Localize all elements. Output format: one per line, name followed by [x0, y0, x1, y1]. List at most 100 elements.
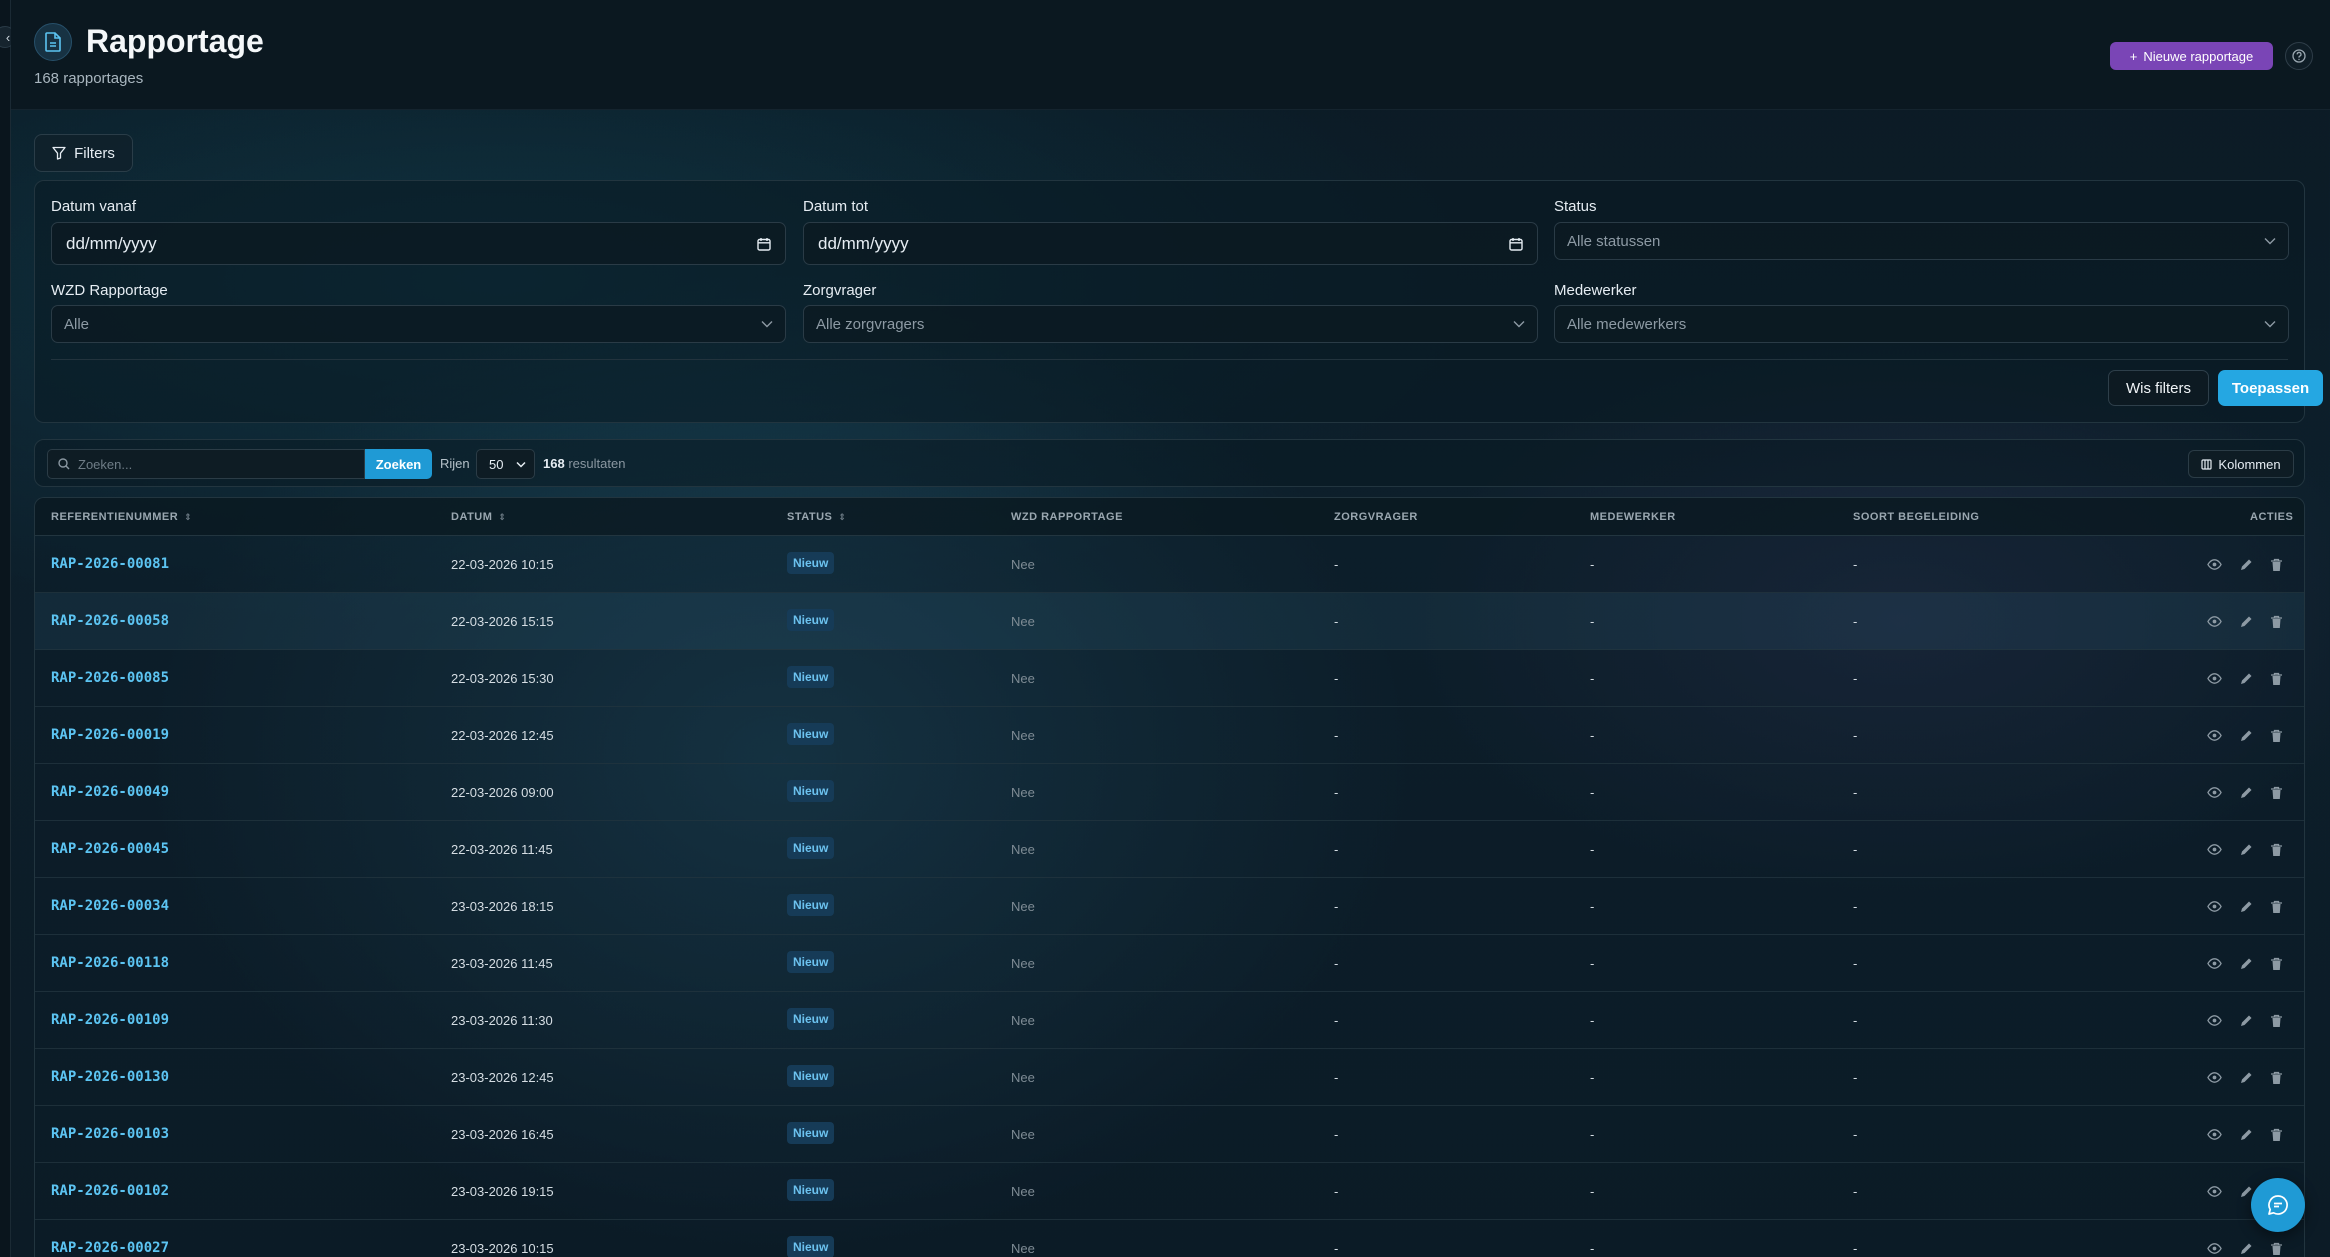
trash-icon[interactable]: [2269, 956, 2284, 971]
reference-link[interactable]: RAP-2026-00049: [51, 784, 169, 800]
edit-icon[interactable]: [2238, 842, 2253, 857]
reference-link[interactable]: RAP-2026-00118: [51, 955, 169, 971]
search-button[interactable]: Zoeken: [365, 449, 432, 479]
row-actions: [2207, 956, 2284, 971]
chevron-left-icon: ‹: [5, 29, 11, 45]
edit-icon[interactable]: [2238, 1127, 2253, 1142]
trash-icon[interactable]: [2269, 785, 2284, 800]
trash-icon[interactable]: [2269, 614, 2284, 629]
help-button[interactable]: [2285, 42, 2313, 70]
header-status[interactable]: STATUS ⇕: [787, 511, 846, 523]
table-row[interactable]: RAP-2026-00081 22-03-2026 10:15 Nieuw Nee - -…: [35, 536, 2304, 593]
trash-icon[interactable]: [2269, 671, 2284, 686]
client-value: -: [1334, 1070, 1339, 1085]
edit-icon[interactable]: [2238, 728, 2253, 743]
date-to-input[interactable]: dd/mm/yyyy: [803, 222, 1538, 265]
table-row[interactable]: RAP-2026-00085 22-03-2026 15:30 Nieuw Nee - -…: [35, 650, 2304, 707]
eye-icon[interactable]: [2207, 1241, 2222, 1256]
table-row[interactable]: RAP-2026-00045 22-03-2026 11:45 Nieuw Nee - -…: [35, 821, 2304, 878]
date-from-input[interactable]: dd/mm/yyyy: [51, 222, 786, 265]
reference-link[interactable]: RAP-2026-00081: [51, 556, 169, 572]
eye-icon[interactable]: [2207, 956, 2222, 971]
eye-icon[interactable]: [2207, 614, 2222, 629]
date-from-label: Datum vanaf: [51, 198, 137, 215]
trash-icon[interactable]: [2269, 1070, 2284, 1085]
edit-icon[interactable]: [2238, 1013, 2253, 1028]
guidance-type-value: -: [1853, 1013, 1858, 1028]
trash-icon[interactable]: [2269, 1241, 2284, 1256]
eye-icon[interactable]: [2207, 557, 2222, 572]
calendar-icon[interactable]: [1509, 237, 1523, 251]
clear-filters-button[interactable]: Wis filters: [2108, 370, 2209, 406]
eye-icon[interactable]: [2207, 728, 2222, 743]
edit-icon[interactable]: [2238, 557, 2253, 572]
employee-value: -: [1590, 899, 1595, 914]
eye-icon[interactable]: [2207, 1013, 2222, 1028]
reference-link[interactable]: RAP-2026-00027: [51, 1240, 169, 1256]
trash-icon[interactable]: [2269, 1013, 2284, 1028]
edit-icon[interactable]: [2238, 785, 2253, 800]
chat-button[interactable]: [2251, 1178, 2305, 1232]
edit-icon[interactable]: [2238, 1070, 2253, 1085]
trash-icon[interactable]: [2269, 899, 2284, 914]
reference-link[interactable]: RAP-2026-00130: [51, 1069, 169, 1085]
filter-icon: [52, 146, 66, 160]
page-subtitle: 168 rapportages: [34, 70, 144, 87]
eye-icon[interactable]: [2207, 899, 2222, 914]
report-date: 23-03-2026 11:30: [451, 1013, 553, 1028]
trash-icon[interactable]: [2269, 728, 2284, 743]
reference-link[interactable]: RAP-2026-00103: [51, 1126, 169, 1142]
edit-icon[interactable]: [2238, 671, 2253, 686]
reports-table: REFERENTIENUMMER ⇕ DATUM ⇕ STATUS ⇕ WZD RAP…: [34, 497, 2305, 1257]
reference-link[interactable]: RAP-2026-00109: [51, 1012, 169, 1028]
table-row[interactable]: RAP-2026-00102 23-03-2026 19:15 Nieuw Nee - -…: [35, 1163, 2304, 1220]
employee-select[interactable]: Alle medewerkers: [1554, 305, 2289, 343]
employee-value: -: [1590, 1013, 1595, 1028]
trash-icon[interactable]: [2269, 842, 2284, 857]
table-row[interactable]: RAP-2026-00027 23-03-2026 10:15 Nieuw Nee - -…: [35, 1220, 2304, 1257]
trash-icon[interactable]: [2269, 1127, 2284, 1142]
reference-link[interactable]: RAP-2026-00058: [51, 613, 169, 629]
reference-link[interactable]: RAP-2026-00085: [51, 670, 169, 686]
status-badge: Nieuw: [787, 1236, 835, 1257]
new-report-button[interactable]: + Nieuwe rapportage: [2110, 42, 2273, 70]
header-ref[interactable]: REFERENTIENUMMER ⇕: [51, 511, 192, 523]
reference-link[interactable]: RAP-2026-00102: [51, 1183, 169, 1199]
client-select[interactable]: Alle zorgvragers: [803, 305, 1538, 343]
table-row[interactable]: RAP-2026-00130 23-03-2026 12:45 Nieuw Nee - -…: [35, 1049, 2304, 1106]
trash-icon[interactable]: [2269, 557, 2284, 572]
table-row[interactable]: RAP-2026-00034 23-03-2026 18:15 Nieuw Nee - -…: [35, 878, 2304, 935]
columns-button[interactable]: Kolommen: [2188, 450, 2294, 478]
header-date[interactable]: DATUM ⇕: [451, 511, 506, 523]
edit-icon[interactable]: [2238, 1241, 2253, 1256]
edit-icon[interactable]: [2238, 1184, 2253, 1199]
eye-icon[interactable]: [2207, 1127, 2222, 1142]
eye-icon[interactable]: [2207, 785, 2222, 800]
status-select[interactable]: Alle statussen: [1554, 222, 2289, 260]
edit-icon[interactable]: [2238, 614, 2253, 629]
wzd-select[interactable]: Alle: [51, 305, 786, 343]
edit-icon[interactable]: [2238, 956, 2253, 971]
search-input[interactable]: Zoeken...: [47, 449, 365, 479]
eye-icon[interactable]: [2207, 842, 2222, 857]
eye-icon[interactable]: [2207, 1070, 2222, 1085]
header-ref-label: REFERENTIENUMMER: [51, 511, 179, 523]
table-row[interactable]: RAP-2026-00019 22-03-2026 12:45 Nieuw Nee - -…: [35, 707, 2304, 764]
table-row[interactable]: RAP-2026-00103 23-03-2026 16:45 Nieuw Nee - -…: [35, 1106, 2304, 1163]
eye-icon[interactable]: [2207, 671, 2222, 686]
filters-toggle-button[interactable]: Filters: [34, 134, 133, 172]
rows-per-page-select[interactable]: 50: [476, 449, 535, 479]
reference-link[interactable]: RAP-2026-00019: [51, 727, 169, 743]
apply-filters-button[interactable]: Toepassen: [2218, 370, 2323, 406]
table-row[interactable]: RAP-2026-00058 22-03-2026 15:15 Nieuw Nee - -…: [35, 593, 2304, 650]
reference-link[interactable]: RAP-2026-00034: [51, 898, 169, 914]
table-row[interactable]: RAP-2026-00118 23-03-2026 11:45 Nieuw Nee - -…: [35, 935, 2304, 992]
table-row[interactable]: RAP-2026-00109 23-03-2026 11:30 Nieuw Nee - -…: [35, 992, 2304, 1049]
edit-icon[interactable]: [2238, 899, 2253, 914]
reference-link[interactable]: RAP-2026-00045: [51, 841, 169, 857]
table-row[interactable]: RAP-2026-00049 22-03-2026 09:00 Nieuw Nee - -…: [35, 764, 2304, 821]
calendar-icon[interactable]: [757, 237, 771, 251]
header-actions: ACTIES: [2250, 511, 2294, 523]
eye-icon[interactable]: [2207, 1184, 2222, 1199]
search-placeholder: Zoeken...: [78, 456, 133, 472]
